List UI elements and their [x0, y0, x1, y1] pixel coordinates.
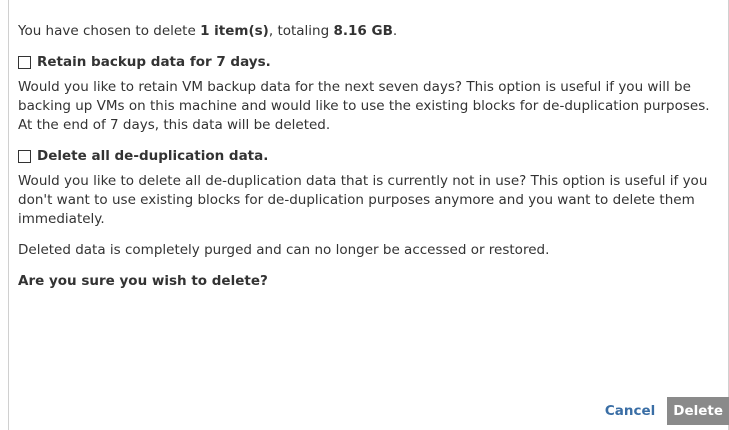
retain-backup-description: Would you like to retain VM backup data …	[18, 79, 710, 133]
delete-dedup-checkbox[interactable]	[18, 150, 31, 163]
delete-confirmation-dialog: You have chosen to delete 1 item(s), tot…	[0, 0, 729, 430]
delete-button[interactable]: Delete	[667, 397, 729, 425]
purge-note: Deleted data is completely purged and ca…	[18, 242, 550, 258]
cancel-button[interactable]: Cancel	[601, 401, 659, 421]
retain-backup-label[interactable]: Retain backup data for 7 days.	[37, 53, 271, 72]
summary-prefix: You have chosen to delete	[18, 23, 201, 39]
summary-total-size: 8.16 GB	[333, 23, 393, 39]
dialog-left-border	[8, 0, 9, 430]
delete-dedup-label[interactable]: Delete all de-duplication data.	[37, 147, 268, 166]
dialog-actions: Cancel Delete	[601, 397, 729, 425]
summary-item-count: 1 item(s)	[200, 23, 269, 39]
summary-middle: , totaling	[268, 23, 334, 39]
retain-backup-option[interactable]: Retain backup data for 7 days.	[18, 53, 718, 72]
delete-dedup-option[interactable]: Delete all de-duplication data.	[18, 147, 718, 166]
delete-dedup-description: Would you like to delete all de-duplicat…	[18, 173, 708, 227]
retain-backup-checkbox[interactable]	[18, 56, 31, 69]
confirm-question: Are you sure you wish to delete?	[18, 273, 268, 289]
dialog-content: You have chosen to delete 1 item(s), tot…	[18, 22, 718, 291]
delete-summary: You have chosen to delete 1 item(s), tot…	[18, 22, 718, 41]
summary-suffix: .	[392, 23, 398, 39]
